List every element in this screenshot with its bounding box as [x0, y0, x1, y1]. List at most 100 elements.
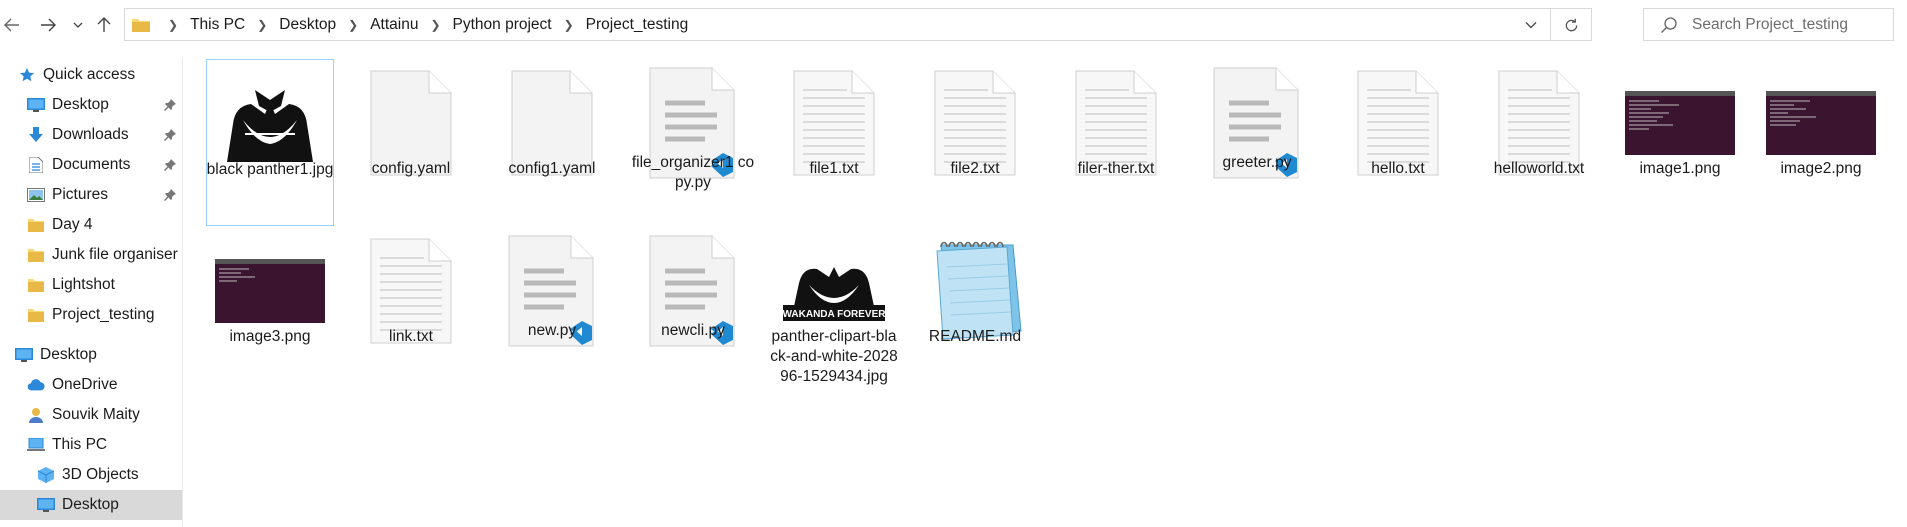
- file-item[interactable]: new.py: [488, 227, 616, 347]
- recent-locations-button[interactable]: [66, 13, 90, 37]
- chevron-down-icon: [73, 22, 83, 28]
- file-item[interactable]: hello.txt: [1334, 59, 1462, 179]
- file-name: hello.txt: [1371, 160, 1425, 177]
- user-icon: [27, 407, 45, 423]
- sidebar-item-label: 3D Objects: [62, 466, 139, 483]
- sidebar-item-label: Lightshot: [52, 276, 115, 293]
- breadcrumb: ❯ This PC ❯ Desktop ❯ Attainu ❯ Python p…: [160, 16, 692, 34]
- download-icon: [27, 127, 45, 143]
- pictures-icon: [27, 187, 45, 203]
- address-toolbar: ❯ This PC ❯ Desktop ❯ Attainu ❯ Python p…: [0, 0, 1907, 50]
- pin-icon[interactable]: [164, 158, 176, 176]
- sidebar-item-label: This PC: [52, 436, 108, 453]
- sidebar-item-desktop[interactable]: Desktop: [0, 340, 182, 370]
- chevron-right-icon[interactable]: ❯: [340, 18, 366, 32]
- search-input[interactable]: [1690, 14, 1884, 35]
- file-item[interactable]: helloworld.txt: [1475, 59, 1603, 179]
- address-bar[interactable]: ❯ This PC ❯ Desktop ❯ Attainu ❯ Python p…: [124, 8, 1592, 41]
- chevron-right-icon[interactable]: ❯: [249, 18, 275, 32]
- documents-icon: [27, 157, 45, 173]
- sidebar-item-label: Desktop: [40, 346, 97, 363]
- file-name: config1.yaml: [508, 160, 596, 177]
- breadcrumb-desktop[interactable]: Desktop: [275, 16, 340, 34]
- pin-icon[interactable]: [164, 128, 176, 146]
- sidebar-item-label: Quick access: [43, 66, 136, 83]
- file-item[interactable]: file_organizer1 copy.py: [629, 59, 757, 193]
- refresh-button[interactable]: [1557, 14, 1585, 36]
- sidebar-item-souvik-maity[interactable]: Souvik Maity: [0, 400, 182, 430]
- desktop-icon: [15, 347, 33, 363]
- file-item[interactable]: README.md: [911, 227, 1039, 347]
- sidebar-item-label: OneDrive: [52, 376, 118, 393]
- up-button[interactable]: [92, 13, 116, 37]
- file-name: config.yaml: [371, 160, 451, 177]
- file-item[interactable]: WAKANDA FOREVER panther-clipart-black-an…: [770, 227, 898, 387]
- sidebar-item-desktop-pinned[interactable]: Desktop: [0, 90, 182, 120]
- terminal-screenshot-icon: [1766, 91, 1876, 155]
- sidebar-item-desktop-this-pc[interactable]: Desktop: [0, 490, 182, 520]
- divider: [1550, 9, 1551, 40]
- back-button[interactable]: [0, 13, 24, 37]
- breadcrumb-this-pc[interactable]: This PC: [186, 16, 249, 34]
- file-name: panther-clipart-black-and-white-202896-1…: [770, 328, 898, 385]
- sidebar-item-label: Desktop: [62, 496, 119, 513]
- file-name: file1.txt: [809, 160, 859, 177]
- sidebar-item-label: Downloads: [52, 126, 129, 143]
- sidebar-item-project-testing[interactable]: Project_testing: [0, 300, 182, 330]
- file-item[interactable]: file2.txt: [911, 59, 1039, 179]
- navigation-pane: Quick access Desktop Downloads Documents…: [0, 58, 183, 527]
- file-item[interactable]: config.yaml: [347, 59, 475, 179]
- file-item[interactable]: greeter.py: [1193, 59, 1321, 179]
- terminal-screenshot-icon: [1625, 91, 1735, 155]
- file-item[interactable]: file1.txt: [770, 59, 898, 179]
- sidebar-item-pictures[interactable]: Pictures: [0, 180, 182, 210]
- file-name: link.txt: [389, 328, 433, 345]
- search-icon: [1661, 16, 1677, 33]
- cloud-icon: [27, 377, 45, 393]
- file-item[interactable]: image2.png: [1757, 59, 1885, 179]
- breadcrumb-attainu[interactable]: Attainu: [366, 16, 422, 34]
- sidebar-item-this-pc[interactable]: This PC: [0, 430, 182, 460]
- file-name: helloworld.txt: [1493, 160, 1585, 177]
- sidebar-item-documents[interactable]: Documents: [0, 150, 182, 180]
- file-list: black panther1.jpg config.yaml config1.y…: [190, 58, 1907, 527]
- sidebar-item-onedrive[interactable]: OneDrive: [0, 370, 182, 400]
- folder-icon: [27, 217, 45, 233]
- sidebar-item-label: Desktop: [52, 96, 109, 113]
- file-item[interactable]: newcli.py: [629, 227, 757, 347]
- breadcrumb-python-project[interactable]: Python project: [449, 16, 556, 34]
- chevron-right-icon[interactable]: ❯: [556, 18, 582, 32]
- sidebar-item-label: Junk file organiser: [52, 246, 178, 263]
- folder-icon: [27, 307, 45, 323]
- file-item[interactable]: image1.png: [1616, 59, 1744, 179]
- breadcrumb-project-testing[interactable]: Project_testing: [582, 16, 693, 34]
- folder-icon: [27, 247, 45, 263]
- address-history-button[interactable]: [1519, 14, 1543, 36]
- pane-divider[interactable]: [182, 58, 183, 527]
- file-item[interactable]: black panther1.jpg: [206, 59, 334, 226]
- sidebar-item-day-4[interactable]: Day 4: [0, 210, 182, 240]
- chevron-right-icon[interactable]: ❯: [160, 18, 186, 32]
- pin-icon[interactable]: [164, 188, 176, 206]
- file-item[interactable]: link.txt: [347, 227, 475, 347]
- forward-button[interactable]: [36, 13, 60, 37]
- file-name: greeter.py: [1222, 154, 1292, 171]
- folder-icon: [27, 277, 45, 293]
- wakanda-forever-text: WAKANDA FOREVER: [783, 309, 887, 320]
- file-name: newcli.py: [661, 322, 725, 339]
- search-box[interactable]: [1643, 8, 1894, 41]
- arrow-left-icon: [4, 18, 19, 32]
- file-item[interactable]: image3.png: [206, 227, 334, 347]
- pin-icon[interactable]: [164, 98, 176, 116]
- sidebar-item-label: Documents: [52, 156, 131, 173]
- sidebar-item-downloads[interactable]: Downloads: [0, 120, 182, 150]
- sidebar-item-quick-access[interactable]: Quick access: [0, 60, 182, 90]
- file-name: file2.txt: [950, 160, 1000, 177]
- chevron-right-icon[interactable]: ❯: [422, 18, 448, 32]
- sidebar-item-3d-objects[interactable]: 3D Objects: [0, 460, 182, 490]
- file-name: image1.png: [1639, 160, 1721, 177]
- file-item[interactable]: filer-ther.txt: [1052, 59, 1180, 179]
- sidebar-item-lightshot[interactable]: Lightshot: [0, 270, 182, 300]
- sidebar-item-junk-file-organiser[interactable]: Junk file organiser: [0, 240, 182, 270]
- file-item[interactable]: config1.yaml: [488, 59, 616, 179]
